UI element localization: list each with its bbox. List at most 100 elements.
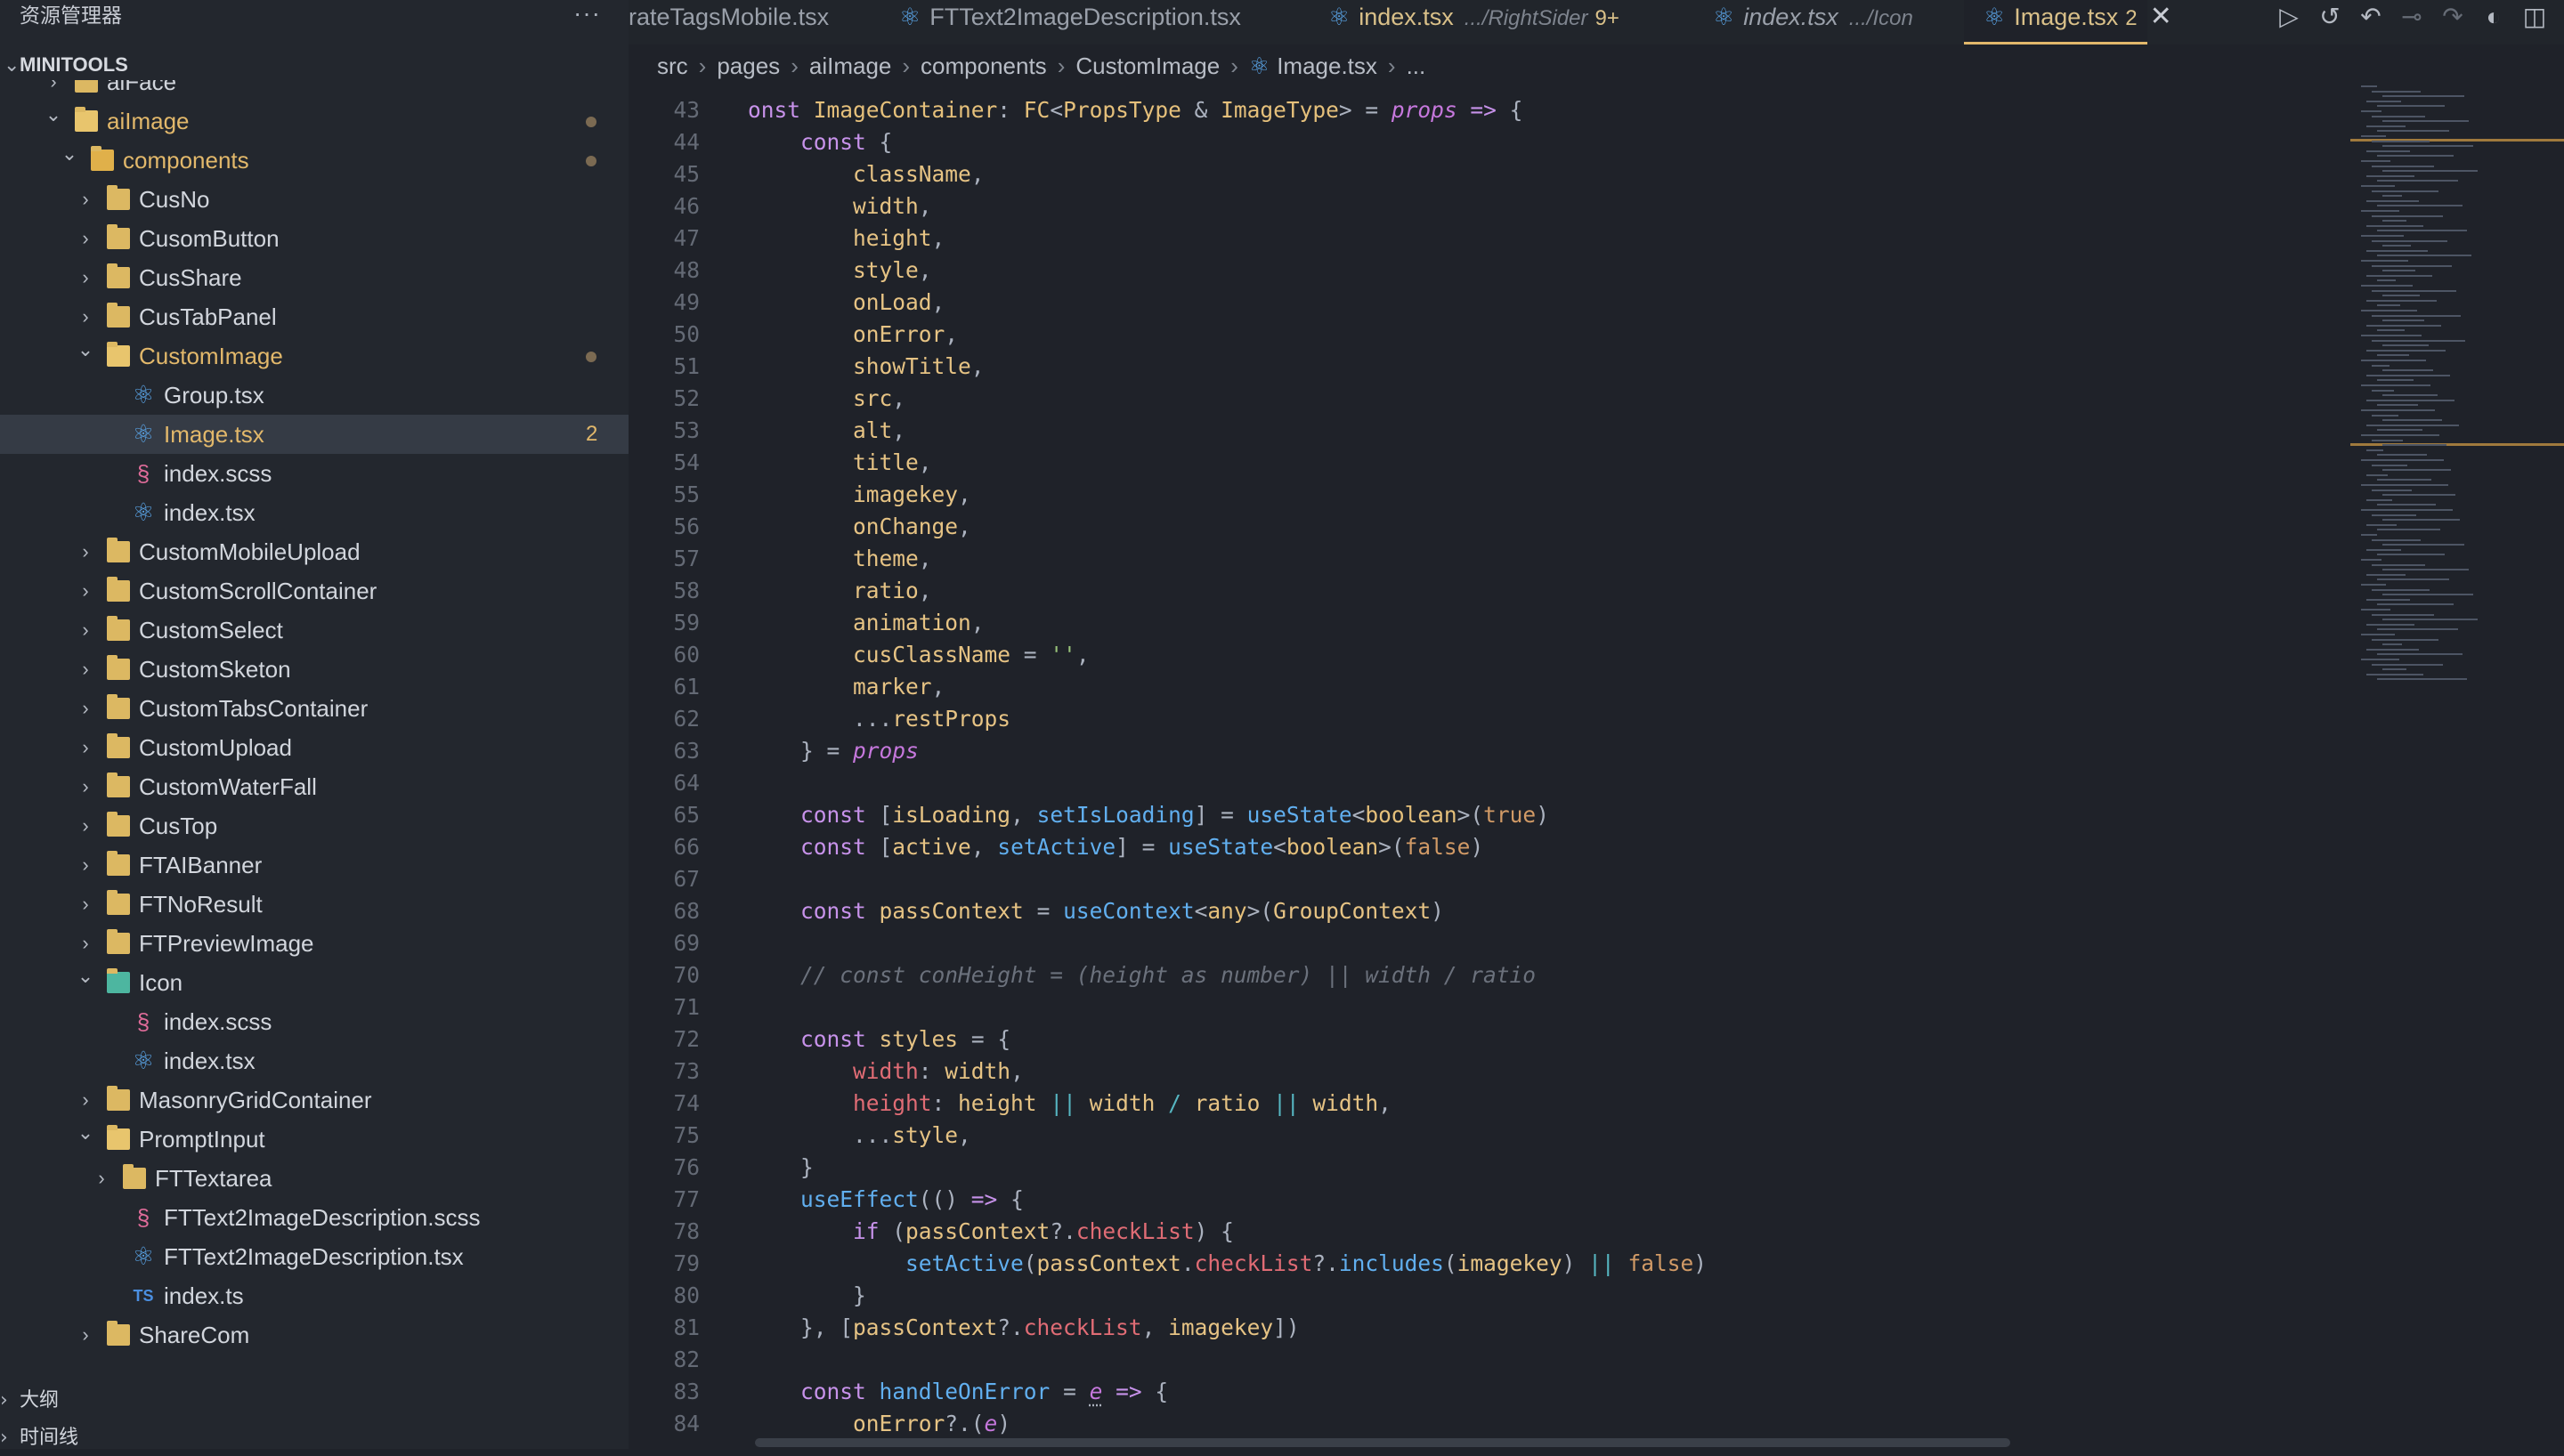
chevron-right-icon[interactable]: ›: [93, 1159, 110, 1198]
tree-item[interactable]: › aiFace: [0, 80, 629, 101]
tree-item[interactable]: ⚛ index.tsx: [0, 1041, 629, 1080]
history-icon[interactable]: ↺: [2309, 0, 2350, 34]
chevron-right-icon[interactable]: ›: [77, 650, 94, 689]
tree-item[interactable]: › ShareCom: [0, 1315, 629, 1355]
chevron-down-icon[interactable]: ⌄: [77, 336, 94, 376]
go-back-icon[interactable]: ↶: [2350, 0, 2391, 34]
line-number: 49: [673, 289, 700, 315]
tree-item[interactable]: ⌄ PromptInput: [0, 1120, 629, 1159]
chevron-right-icon[interactable]: ›: [77, 571, 94, 611]
minimap-line: [2361, 459, 2444, 461]
tree-item[interactable]: ⌄ components: [0, 141, 629, 180]
tree-item[interactable]: § index.scss: [0, 1002, 629, 1041]
tree-item[interactable]: › CustomSelect: [0, 611, 629, 650]
minimap-line: [2361, 85, 2377, 87]
chevron-right-icon[interactable]: ›: [77, 219, 94, 258]
code-editor[interactable]: 43 onst ImageContainer: FC<PropsType & Im…: [629, 94, 2350, 1449]
chevron-down-icon[interactable]: ⌄: [77, 1120, 94, 1159]
chevron-right-icon[interactable]: ›: [77, 767, 94, 806]
line-number: 71: [673, 994, 700, 1020]
editor-tab[interactable]: rateTagsMobile.tsx: [629, 0, 880, 44]
close-icon[interactable]: ✕: [2150, 2, 2172, 31]
chevron-down-icon[interactable]: ⌄: [45, 101, 62, 141]
timeline-panel-header[interactable]: › 时间线: [0, 1420, 629, 1456]
tree-item[interactable]: TS index.ts: [0, 1276, 629, 1315]
chevron-right-icon[interactable]: ›: [77, 806, 94, 845]
tab-label: Image.tsx: [2014, 4, 2119, 30]
chevron-right-icon[interactable]: ›: [77, 924, 94, 963]
breadcrumb-segment[interactable]: aiImage: [809, 53, 892, 79]
tree-item[interactable]: ⌄ CustomImage: [0, 336, 629, 376]
minimap-line: [2361, 584, 2386, 586]
chevron-right-icon[interactable]: ›: [77, 1315, 94, 1355]
tree-item[interactable]: › FTNoResult: [0, 885, 629, 924]
run-icon[interactable]: ▷: [2268, 0, 2309, 34]
folder-icon: [107, 303, 130, 328]
split-editor-icon[interactable]: ◫: [2514, 0, 2555, 34]
breadcrumb-segment[interactable]: src: [657, 53, 688, 79]
workspace-section-header[interactable]: ⌄MINITOOLS: [4, 50, 128, 80]
chevron-right-icon[interactable]: ›: [77, 728, 94, 767]
chevron-right-icon[interactable]: ›: [77, 845, 94, 885]
tree-item[interactable]: ⌄ aiImage: [0, 101, 629, 141]
horizontal-scrollbar[interactable]: [755, 1438, 2010, 1447]
outline-panel-header[interactable]: › 大纲: [0, 1383, 629, 1419]
breadcrumb-segment[interactable]: Image.tsx: [1277, 53, 1377, 79]
chevron-right-icon[interactable]: ›: [77, 1080, 94, 1120]
minimap-line: [2361, 634, 2395, 635]
tree-item[interactable]: › CustomWaterFall: [0, 767, 629, 806]
tree-item[interactable]: ⚛ FTText2ImageDescription.tsx: [0, 1237, 629, 1276]
tree-item[interactable]: ⚛ index.tsx: [0, 493, 629, 532]
chevron-right-icon[interactable]: ›: [77, 611, 94, 650]
tree-item[interactable]: › FTAIBanner: [0, 845, 629, 885]
chevron-right-icon[interactable]: ›: [77, 297, 94, 336]
line-number: 45: [673, 161, 700, 187]
git-graph-icon[interactable]: ◐: [2473, 0, 2514, 34]
chevron-right-icon[interactable]: ›: [45, 80, 62, 101]
explorer-sidebar: 资源管理器 ··· ⌄MINITOOLS › aiFace ⌄ aiImage ⌄ com…: [0, 0, 629, 1449]
tree-item[interactable]: › CustomSketon: [0, 650, 629, 689]
chevron-right-icon[interactable]: ›: [77, 689, 94, 728]
tree-item[interactable]: › CusNo: [0, 180, 629, 219]
breadcrumb-segment[interactable]: CustomImage: [1075, 53, 1220, 79]
tree-item[interactable]: ⚛ Group.tsx: [0, 376, 629, 415]
editor-tab[interactable]: ⚛ FTText2ImageDescription.tsx: [880, 0, 1309, 44]
tree-item[interactable]: › CustomMobileUpload: [0, 532, 629, 571]
breadcrumb-segment[interactable]: components: [921, 53, 1047, 79]
editor-tab[interactable]: ⚛ Image.tsx 2 ✕: [1964, 0, 2172, 44]
chevron-right-icon[interactable]: ›: [77, 532, 94, 571]
tree-item[interactable]: § index.scss: [0, 454, 629, 493]
chevron-right-icon[interactable]: ›: [77, 180, 94, 219]
chevron-right-icon[interactable]: ›: [77, 258, 94, 297]
chevron-right-icon[interactable]: ›: [77, 885, 94, 924]
tree-item[interactable]: › MasonryGridContainer: [0, 1080, 629, 1120]
folder-icon: [107, 224, 130, 249]
tree-item[interactable]: › CusTop: [0, 806, 629, 845]
tree-item[interactable]: › CustomUpload: [0, 728, 629, 767]
tree-item[interactable]: › CustomScrollContainer: [0, 571, 629, 611]
tree-item-label: CusomButton: [139, 225, 280, 252]
tree-item[interactable]: › CusShare: [0, 258, 629, 297]
breadcrumb-segment[interactable]: pages: [717, 53, 780, 79]
tree-item[interactable]: › FTTextarea: [0, 1159, 629, 1198]
breadcrumb-segment[interactable]: ...: [1407, 53, 1426, 79]
tree-item[interactable]: ⚛ Image.tsx 2: [0, 415, 629, 454]
more-actions-icon[interactable]: ···: [573, 0, 601, 28]
chevron-down-icon[interactable]: ⌄: [77, 963, 94, 1002]
tree-item[interactable]: › CusTabPanel: [0, 297, 629, 336]
line-number: 78: [673, 1218, 700, 1244]
minimap[interactable]: [2350, 80, 2564, 1449]
tree-item[interactable]: › CustomTabsContainer: [0, 689, 629, 728]
folder-icon: [107, 263, 130, 288]
editor-tab[interactable]: ⚛ index.tsx .../Icon: [1693, 0, 1964, 44]
chevron-down-icon[interactable]: ⌄: [61, 141, 78, 180]
editor-tab[interactable]: ⚛ index.tsx .../RightSider 9+: [1309, 0, 1693, 44]
tree-item[interactable]: › CusomButton: [0, 219, 629, 258]
commit-icon[interactable]: ⊸: [2391, 0, 2432, 34]
tree-item[interactable]: › FTPreviewImage: [0, 924, 629, 963]
minimap-line: [2377, 180, 2458, 182]
tree-item[interactable]: § FTText2ImageDescription.scss: [0, 1198, 629, 1237]
tree-item[interactable]: ⌄ Icon: [0, 963, 629, 1002]
minimap-line: [2372, 364, 2390, 367]
go-forward-icon[interactable]: ↷: [2432, 0, 2473, 34]
